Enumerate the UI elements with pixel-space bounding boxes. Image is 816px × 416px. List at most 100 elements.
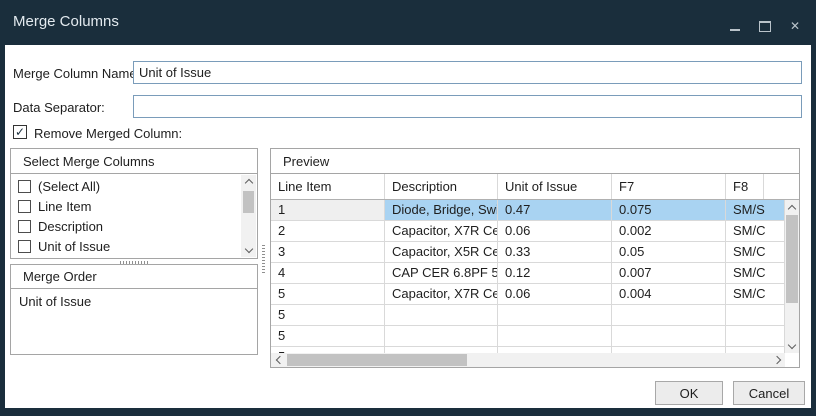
table-cell[interactable]: 0.004 xyxy=(612,284,726,304)
scroll-left-icon[interactable] xyxy=(271,353,285,367)
table-row[interactable]: 5 xyxy=(271,326,785,347)
column-header[interactable]: Description xyxy=(385,174,498,199)
table-cell[interactable]: 0.05 xyxy=(612,242,726,262)
window-title: Merge Columns xyxy=(13,13,119,30)
merge-column-option[interactable]: Line Item xyxy=(11,196,241,216)
table-cell[interactable]: 4 xyxy=(271,263,385,283)
table-cell[interactable]: 0.007 xyxy=(612,263,726,283)
scroll-down-icon[interactable] xyxy=(785,339,799,353)
merge-column-name-input[interactable] xyxy=(133,61,802,84)
scroll-thumb[interactable] xyxy=(243,191,254,213)
table-cell[interactable] xyxy=(726,305,785,325)
scroll-up-icon[interactable] xyxy=(241,175,256,188)
merge-column-option[interactable]: (Select All) xyxy=(11,176,241,196)
checkbox-icon[interactable] xyxy=(18,220,31,233)
merge-column-name-label: Merge Column Name: xyxy=(13,66,140,81)
grid-vertical-scrollbar[interactable] xyxy=(785,200,799,353)
maximize-icon[interactable] xyxy=(759,21,771,32)
table-row[interactable]: 3Capacitor, X5R Cer...0.330.05SM/C xyxy=(271,242,785,263)
table-cell[interactable] xyxy=(385,326,498,346)
option-label: Line Item xyxy=(38,199,91,214)
scroll-down-icon[interactable] xyxy=(241,244,256,257)
table-cell[interactable]: 5 xyxy=(271,326,385,346)
scroll-thumb[interactable] xyxy=(786,215,798,303)
select-merge-columns-list: (Select All) Line Item Description Unit of … xyxy=(10,173,258,259)
table-cell[interactable]: Capacitor, X5R Cer... xyxy=(385,242,498,262)
table-cell[interactable]: 0.075 xyxy=(612,200,726,220)
merge-order-title: Merge Order xyxy=(23,269,97,284)
titlebar[interactable]: Merge Columns ✕ xyxy=(0,0,816,45)
scroll-thumb[interactable] xyxy=(287,354,467,366)
scroll-right-icon[interactable] xyxy=(771,353,785,367)
checkbox-icon[interactable] xyxy=(18,240,31,253)
option-label: (Select All) xyxy=(38,179,100,194)
minimize-icon[interactable] xyxy=(730,29,740,31)
close-icon[interactable]: ✕ xyxy=(790,20,800,32)
column-header[interactable]: F8 xyxy=(726,174,764,199)
table-cell[interactable]: SM/C xyxy=(726,242,785,262)
cancel-button[interactable]: Cancel xyxy=(733,381,805,405)
vertical-splitter[interactable] xyxy=(262,243,265,273)
remove-merged-column-label: Remove Merged Column: xyxy=(34,126,182,141)
checkbox-icon[interactable] xyxy=(18,200,31,213)
column-header[interactable]: Unit of Issue xyxy=(498,174,612,199)
grid-horizontal-scrollbar[interactable] xyxy=(271,353,785,367)
table-cell[interactable]: SM/C xyxy=(726,284,785,304)
select-merge-columns-header: Select Merge Columns xyxy=(10,148,258,174)
table-cell[interactable] xyxy=(498,326,612,346)
table-cell[interactable]: 0.002 xyxy=(612,221,726,241)
option-label: Unit of Issue xyxy=(38,239,110,254)
table-cell[interactable]: 0.06 xyxy=(498,221,612,241)
column-header-filler xyxy=(764,174,799,199)
table-cell[interactable]: SM/C xyxy=(726,263,785,283)
select-merge-columns-title: Select Merge Columns xyxy=(23,154,155,169)
column-header[interactable]: Line Item xyxy=(271,174,385,199)
option-label: Description xyxy=(38,219,103,234)
table-row[interactable]: 5 xyxy=(271,305,785,326)
preview-title: Preview xyxy=(283,154,329,169)
table-cell[interactable]: 0.47 xyxy=(498,200,612,220)
table-cell[interactable] xyxy=(726,326,785,346)
table-row[interactable]: 2Capacitor, X7R Cer...0.060.002SM/C xyxy=(271,221,785,242)
table-row[interactable]: 5Capacitor, X7R Cer...0.060.004SM/C xyxy=(271,284,785,305)
table-cell[interactable]: 5 xyxy=(271,305,385,325)
ok-button[interactable]: OK xyxy=(655,381,723,405)
merge-column-option[interactable]: Unit of Issue xyxy=(11,236,241,256)
preview-grid: Line ItemDescriptionUnit of IssueF7F8 1D… xyxy=(270,173,800,368)
table-cell[interactable]: 3 xyxy=(271,242,385,262)
table-cell[interactable]: 0.06 xyxy=(498,284,612,304)
preview-grid-rows: 1Diode, Bridge, Swit...0.470.075SM/S2Cap… xyxy=(271,200,785,353)
table-cell[interactable]: 0.12 xyxy=(498,263,612,283)
merge-order-item[interactable]: Unit of Issue xyxy=(11,289,257,309)
merge-order-list: Unit of Issue xyxy=(10,288,258,355)
table-row[interactable]: 4CAP CER 6.8PF 50V...0.120.007SM/C xyxy=(271,263,785,284)
table-cell[interactable] xyxy=(498,305,612,325)
checkbox-icon[interactable] xyxy=(18,180,31,193)
remove-merged-column-checkbox[interactable]: ✓ xyxy=(13,125,27,139)
column-list-scrollbar[interactable] xyxy=(241,175,256,257)
table-cell[interactable]: Capacitor, X7R Cer... xyxy=(385,284,498,304)
table-row[interactable]: 1Diode, Bridge, Swit...0.470.075SM/S xyxy=(271,200,785,221)
merge-column-option[interactable]: Description xyxy=(11,216,241,236)
table-cell[interactable]: SM/C xyxy=(726,221,785,241)
table-cell[interactable] xyxy=(385,305,498,325)
column-header[interactable]: F7 xyxy=(612,174,726,199)
table-cell[interactable]: 0.33 xyxy=(498,242,612,262)
preview-header: Preview xyxy=(270,148,800,174)
merge-column-option[interactable] xyxy=(11,256,241,259)
dialog-content: Merge Column Name: Data Separator: ✓ Rem… xyxy=(5,45,811,408)
data-separator-input[interactable] xyxy=(133,95,802,118)
table-cell[interactable]: 1 xyxy=(271,200,385,220)
table-cell[interactable] xyxy=(612,326,726,346)
table-cell[interactable]: Diode, Bridge, Swit... xyxy=(385,200,498,220)
table-cell[interactable] xyxy=(612,305,726,325)
scroll-up-icon[interactable] xyxy=(785,200,799,214)
table-cell[interactable]: SM/S xyxy=(726,200,785,220)
table-cell[interactable]: Capacitor, X7R Cer... xyxy=(385,221,498,241)
table-cell[interactable]: 2 xyxy=(271,221,385,241)
table-cell[interactable]: 5 xyxy=(271,284,385,304)
preview-grid-header: Line ItemDescriptionUnit of IssueF7F8 xyxy=(271,174,799,200)
data-separator-label: Data Separator: xyxy=(13,100,105,115)
table-cell[interactable]: CAP CER 6.8PF 50V... xyxy=(385,263,498,283)
merge-order-header: Merge Order xyxy=(10,264,258,289)
